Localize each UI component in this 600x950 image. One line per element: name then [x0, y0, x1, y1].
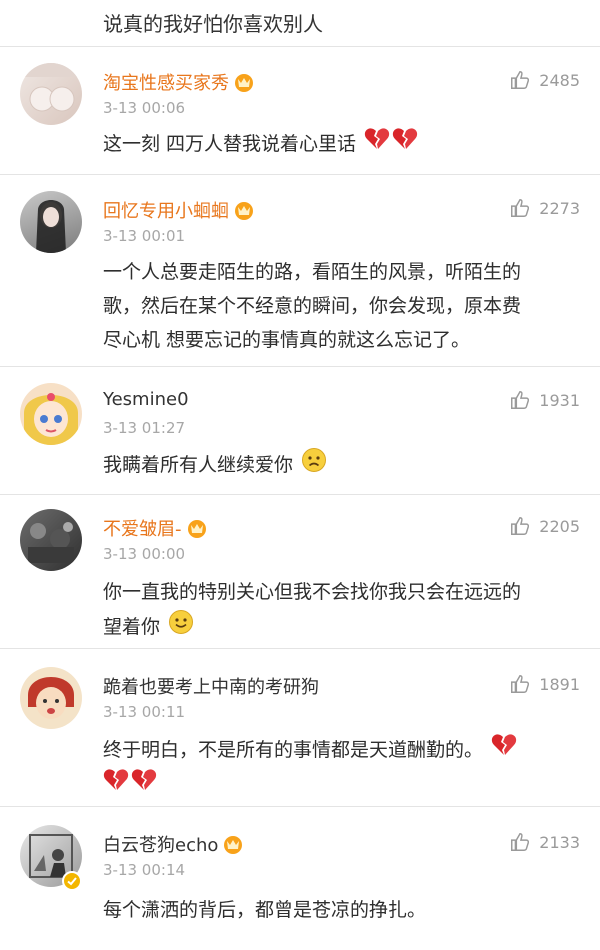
thumbs-up-icon [511, 71, 530, 89]
verified-badge-icon [62, 871, 82, 891]
comment-text-line: 望着你 [103, 616, 161, 638]
avatar[interactable] [20, 509, 82, 571]
username-row: 白云苍狗echo [103, 831, 244, 857]
crown-vip-icon [222, 834, 244, 854]
comment-time: 3-13 00:11 [103, 703, 186, 721]
like-count: 2205 [539, 516, 580, 536]
thumbs-up-icon [511, 517, 530, 535]
username-row: 回忆专用小蛔蛔 [103, 197, 255, 223]
comment-time: 3-13 00:01 [103, 227, 186, 245]
comment-time: 3-13 00:14 [103, 861, 186, 879]
like-count: 1891 [539, 674, 580, 694]
username-row: 淘宝性感买家秀 [103, 69, 255, 95]
comment-text-line: 终于明白，不是所有的事情都是天道酬勤的。 [103, 739, 484, 761]
like-count: 2485 [539, 70, 580, 90]
comment-item[interactable]: 不爱皱眉- 3-13 00:00 2205 你一直我的特别关心但我不会找你我只会… [0, 494, 600, 648]
comment-text: 我瞒着所有人继续爱你 [103, 454, 294, 476]
username[interactable]: 回忆专用小蛔蛔 [103, 197, 229, 223]
thumbs-up-icon [511, 833, 530, 851]
comment-body: 你一直我的特别关心但我不会找你我只会在远远的 望着你 [103, 575, 578, 646]
like-button[interactable]: 2133 [509, 831, 580, 853]
comment-body: 一个人总要走陌生的路，看陌生的风景，听陌生的 歌，然后在某个不经意的瞬间，你会发… [103, 255, 578, 357]
username[interactable]: 跪着也要考上中南的考研狗 [103, 673, 319, 699]
like-button[interactable]: 2205 [509, 515, 580, 537]
comment-item[interactable]: Yesmine0 3-13 01:27 1931 我瞒着所有人继续爱你 [0, 366, 600, 494]
comment-time: 3-13 01:27 [103, 419, 186, 437]
previous-comment-tail: 说真的我好怕你喜欢别人 [0, 0, 600, 46]
like-count: 2273 [539, 198, 580, 218]
broken-heart-icon [392, 127, 418, 162]
username[interactable]: Yesmine0 [103, 389, 189, 410]
username[interactable]: 白云苍狗echo [103, 831, 218, 857]
like-button[interactable]: 2485 [509, 69, 580, 91]
comment-text-line: 一个人总要走陌生的路，看陌生的风景，听陌生的 [103, 261, 522, 283]
comment-text-line: 尽心机 想要忘记的事情真的就这么忘记了。 [103, 329, 471, 351]
comment-item[interactable]: 白云苍狗echo 3-13 00:14 2133 每个潇洒的背后，都曾是苍凉的挣… [0, 806, 600, 950]
comment-body: 终于明白，不是所有的事情都是天道酬勤的。 [103, 733, 578, 803]
broken-heart-icon [103, 768, 129, 803]
avatar[interactable] [20, 667, 82, 729]
comment-body: 我瞒着所有人继续爱你 [103, 447, 578, 484]
like-count: 2133 [539, 832, 580, 852]
like-button[interactable]: 1891 [509, 673, 580, 695]
comment-item[interactable]: 回忆专用小蛔蛔 3-13 00:01 2273 一个人总要走陌生的路，看陌生的风… [0, 174, 600, 366]
avatar[interactable] [20, 191, 82, 253]
username-row: Yesmine0 [103, 389, 189, 410]
username[interactable]: 淘宝性感买家秀 [103, 69, 229, 95]
comment-text-line: 歌，然后在某个不经意的瞬间，你会发现，原本费 [103, 295, 522, 317]
comment-item[interactable]: 跪着也要考上中南的考研狗 3-13 00:11 1891 终于明白，不是所有的事… [0, 648, 600, 806]
broken-heart-icon [364, 127, 390, 162]
like-button[interactable]: 1931 [509, 389, 580, 411]
comment-item[interactable]: 淘宝性感买家秀 3-13 00:06 2485 这一刻 四万人替我说着心里话 [0, 46, 600, 174]
crown-vip-icon [233, 72, 255, 92]
broken-heart-icon [131, 768, 157, 803]
avatar[interactable] [20, 63, 82, 125]
comment-text: 这一刻 四万人替我说着心里话 [103, 133, 357, 155]
username-row: 不爱皱眉- [103, 515, 208, 541]
comment-text-line: 你一直我的特别关心但我不会找你我只会在远远的 [103, 581, 522, 603]
comment-text: 每个潇洒的背后，都曾是苍凉的挣扎。 [103, 899, 427, 921]
comment-body: 这一刻 四万人替我说着心里话 [103, 127, 578, 162]
thumbs-up-icon [511, 391, 530, 409]
crown-vip-icon [233, 200, 255, 220]
broken-heart-icon [491, 733, 517, 768]
comment-time: 3-13 00:06 [103, 99, 186, 117]
crown-vip-icon [186, 518, 208, 538]
sad-face-icon [301, 447, 327, 484]
comment-body: 每个潇洒的背后，都曾是苍凉的挣扎。 [103, 893, 578, 927]
username-row: 跪着也要考上中南的考研狗 [103, 673, 319, 699]
thumbs-up-icon [511, 675, 530, 693]
username[interactable]: 不爱皱眉- [103, 515, 182, 541]
like-count: 1931 [539, 390, 580, 410]
smile-face-icon [168, 609, 194, 646]
like-button[interactable]: 2273 [509, 197, 580, 219]
thumbs-up-icon [511, 199, 530, 217]
comment-time: 3-13 00:00 [103, 545, 186, 563]
avatar[interactable] [20, 383, 82, 445]
comment-text: 说真的我好怕你喜欢别人 [103, 12, 323, 36]
